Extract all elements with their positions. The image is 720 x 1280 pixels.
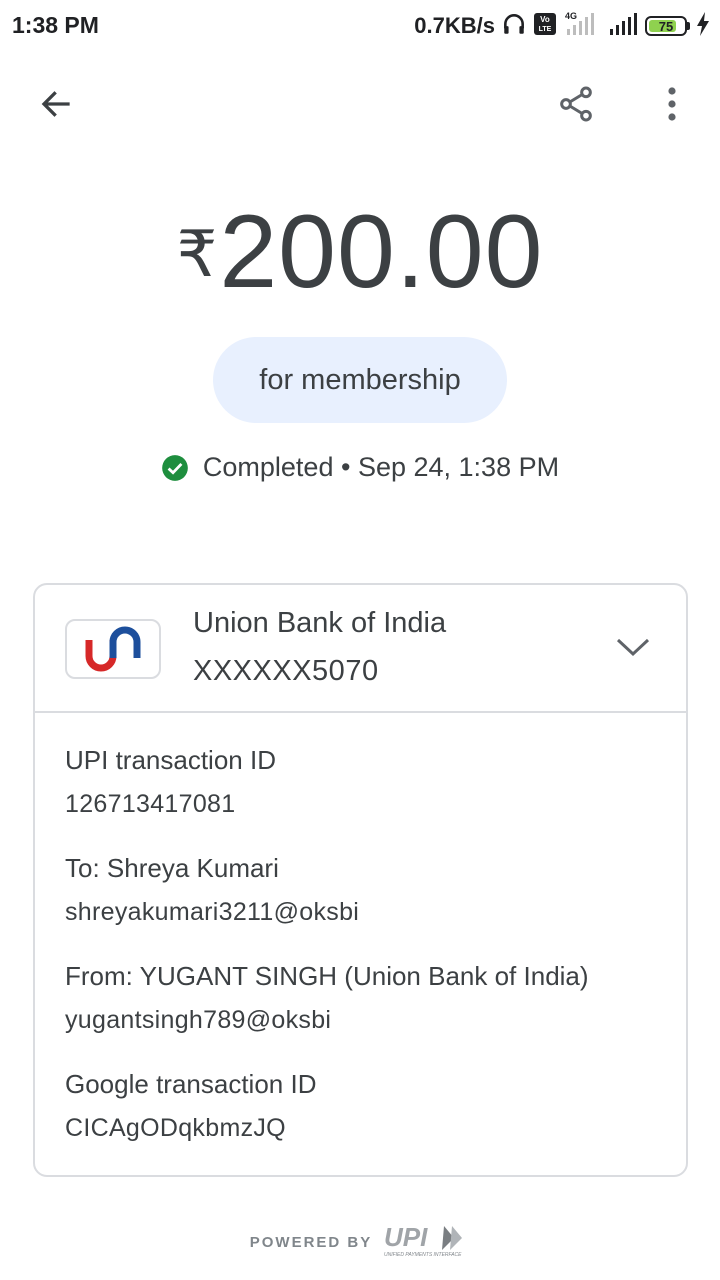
bank-account-number: XXXXXX5070	[193, 655, 379, 687]
payment-note: for membership	[213, 337, 507, 423]
detail-value[interactable]: CICAgODqkbmzJQ	[65, 1114, 316, 1143]
upi-tagline: UNIFIED PAYMENTS INTERFACE	[384, 1252, 462, 1258]
transaction-datetime: Sep 24, 1:38 PM	[357, 452, 560, 482]
detail-value[interactable]: 126713417081	[65, 790, 276, 819]
svg-text:LTE: LTE	[539, 26, 552, 33]
sender-details: From: YUGANT SINGH (Union Bank of India)…	[65, 961, 589, 1035]
status-time: 1:38 PM	[12, 12, 99, 38]
bank-name: Union Bank of India	[193, 607, 447, 639]
amount-display: ₹ 200.00	[0, 200, 720, 304]
transaction-details-card: Union Bank of India XXXXXX5070 UPI trans…	[33, 583, 688, 1177]
expand-button[interactable]	[605, 625, 661, 673]
network-type-label: 4G	[565, 11, 577, 21]
bank-account-row[interactable]: Union Bank of India XXXXXX5070	[35, 585, 686, 713]
recipient-details: To: Shreya Kumari shreyakumari3211@oksbi	[65, 853, 359, 927]
charging-icon	[696, 11, 710, 41]
net-speed: 0.7KB/s	[414, 13, 495, 38]
upi-logo-text: UPI	[384, 1222, 428, 1252]
powered-by-upi: POWERED BY UPI UNIFIED PAYMENTS INTERFAC…	[0, 1222, 720, 1263]
headphones-icon	[501, 11, 527, 42]
detail-label: From: YUGANT SINGH (Union Bank of India)	[65, 961, 589, 991]
google-transaction-id: Google transaction ID CICAgODqkbmzJQ	[65, 1069, 316, 1143]
detail-label: UPI transaction ID	[65, 745, 276, 775]
back-arrow-icon	[38, 86, 74, 127]
chevron-down-icon	[616, 637, 650, 662]
amount-value: 200.00	[219, 194, 544, 310]
share-button[interactable]	[546, 76, 606, 136]
signal-4g-icon: 4G	[563, 11, 603, 42]
status-icons: 0.7KB/s Vo LTE 4G 75	[414, 11, 710, 42]
detail-label: To: Shreya Kumari	[65, 853, 279, 883]
status-text: Completed	[202, 452, 334, 482]
back-button[interactable]	[26, 76, 86, 136]
transaction-status: Completed • Sep 24, 1:38 PM	[0, 452, 720, 483]
share-icon	[556, 84, 596, 129]
signal-icon	[609, 11, 639, 42]
more-vert-icon	[667, 86, 677, 126]
battery-icon: 75	[645, 16, 690, 36]
detail-value[interactable]: yugantsingh789@oksbi	[65, 1006, 589, 1035]
currency-symbol: ₹	[176, 218, 218, 290]
battery-level: 75	[658, 18, 674, 34]
volte-icon: Vo LTE	[533, 12, 557, 41]
union-bank-logo	[65, 619, 161, 679]
check-circle-icon	[161, 454, 189, 482]
upi-transaction-id: UPI transaction ID 126713417081	[65, 745, 276, 819]
detail-value[interactable]: shreyakumari3211@oksbi	[65, 898, 359, 927]
upi-logo: UPI UNIFIED PAYMENTS INTERFACE	[382, 1222, 470, 1263]
status-separator: •	[340, 452, 351, 482]
svg-text:Vo: Vo	[540, 15, 550, 24]
status-bar: 1:38 PM 0.7KB/s Vo LTE 4G 75	[0, 0, 720, 52]
more-options-button[interactable]	[642, 76, 702, 136]
detail-label: Google transaction ID	[65, 1069, 317, 1099]
powered-by-label: POWERED BY	[249, 1234, 373, 1251]
